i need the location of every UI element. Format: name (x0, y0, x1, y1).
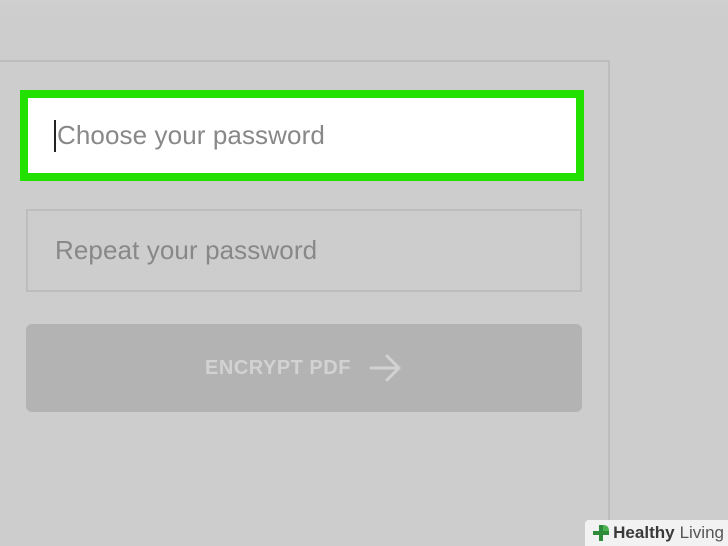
repeat-password-input[interactable]: Repeat your password (26, 209, 582, 292)
watermark-brand-bold: Healthy (613, 523, 675, 542)
screen: Choose your password Repeat your passwor… (0, 0, 728, 546)
encrypt-pdf-label: ENCRYPT PDF (205, 356, 351, 379)
watermark-brand-light: Living (679, 523, 724, 542)
text-caret (54, 119, 56, 152)
watermark: Healthy Living (585, 520, 728, 546)
repeat-password-placeholder: Repeat your password (55, 235, 318, 265)
arrow-right-icon (369, 353, 403, 383)
password-placeholder: Choose your password (57, 120, 325, 150)
top-edge (0, 0, 728, 20)
password-input[interactable]: Choose your password (20, 90, 584, 181)
encrypt-pdf-button[interactable]: ENCRYPT PDF (26, 324, 582, 412)
plus-leaf-icon (591, 523, 611, 543)
